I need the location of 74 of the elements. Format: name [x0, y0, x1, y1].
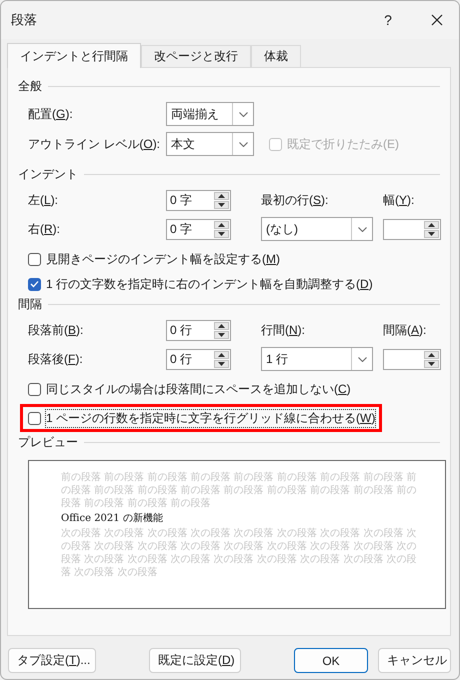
preview-text: 前の段落 前の段落 前の段落 前の段落 前の段落 前の段落 前の段落 前の段落 前の段落 前の段落 前の段落 前の段落 前の段落 前の段落 前の段落 前の段落 前の段落 前の段落 前の段落 前の段落 [61, 471, 418, 510]
triangle-down-icon [218, 203, 225, 207]
triangle-up-icon [218, 194, 225, 198]
field-label: 段落前(B): [28, 322, 84, 339]
checkbox-label[interactable]: 1 行の文字数を指定時に右のインデント幅を自動調整する(D) [46, 276, 373, 292]
dropdown[interactable]: 本文 [166, 132, 254, 156]
tab[interactable]: 改ページと改行 [141, 45, 251, 67]
spin-up-button[interactable] [214, 220, 229, 228]
spin-box[interactable]: 0 行 [166, 320, 231, 341]
field-label: 段落後(F): [28, 350, 84, 368]
field-label: 最初の行(S): [261, 192, 330, 209]
spin-down-button[interactable] [214, 201, 229, 209]
dialog-button[interactable]: タブ設定(T)... [8, 648, 96, 673]
field-label: 行間(N): [261, 322, 306, 339]
spin-up-button[interactable] [424, 350, 439, 358]
field-label: 幅(Y): [383, 192, 416, 209]
window-title: 段落 [11, 11, 38, 29]
spin-down-button[interactable] [424, 230, 439, 238]
checkbox[interactable] [28, 252, 41, 266]
tab[interactable]: 体裁 [251, 45, 301, 67]
dropdown[interactable]: (なし) [261, 217, 373, 241]
checkbox-label[interactable]: 見開きページのインデント幅を設定する(M) [46, 250, 280, 268]
section-heading: 間隔 [18, 296, 42, 312]
spin-up-button[interactable] [214, 322, 229, 330]
field-label: 右(R): [28, 220, 62, 238]
chevron-down-icon [358, 226, 366, 232]
triangle-up-icon [218, 324, 225, 328]
field-label: 配置(G): [28, 106, 74, 122]
spin-up-button[interactable] [214, 350, 229, 358]
chevron-down-icon [238, 112, 248, 116]
spin-box[interactable]: 0 行 [166, 348, 231, 370]
triangle-up-icon [428, 352, 435, 356]
checkbox-label[interactable]: 同じスタイルの場合は段落間にスペースを追加しない(C) [46, 380, 351, 398]
help-button[interactable]: ? [373, 2, 403, 38]
checkbox[interactable] [28, 412, 41, 424]
close-icon [431, 14, 443, 26]
dropdown[interactable]: 1 行 [261, 347, 373, 371]
section-heading: プレビュー [18, 434, 78, 450]
field-label: アウトライン レベル(O): [28, 136, 162, 152]
dialog-button[interactable]: OK [294, 648, 368, 673]
chevron-down-icon [238, 142, 248, 146]
triangle-down-icon [218, 333, 225, 337]
field-label: 間隔(A): [383, 322, 428, 339]
spin-down-button[interactable] [214, 360, 229, 368]
spin-up-button[interactable] [214, 192, 229, 200]
spin-down-button[interactable] [424, 360, 439, 368]
triangle-down-icon [218, 362, 225, 366]
dropdown[interactable]: 両端揃え [166, 102, 254, 126]
section-heading: インデント [18, 166, 78, 182]
checkbox[interactable] [28, 278, 41, 290]
checkbox[interactable] [28, 382, 41, 396]
spin-box[interactable]: 0 字 [166, 218, 231, 240]
triangle-down-icon [428, 232, 435, 236]
check-icon [30, 280, 39, 288]
preview-sample-text: Office 2021 の新機能 [61, 512, 164, 525]
spin-box[interactable] [383, 218, 441, 240]
field-label: 左(L): [28, 192, 60, 209]
spin-box[interactable] [383, 348, 441, 370]
spin-down-button[interactable] [214, 230, 229, 238]
section-heading: 全般 [18, 78, 42, 94]
triangle-down-icon [428, 362, 435, 366]
chevron-down-icon [358, 356, 366, 362]
tab[interactable]: インデントと行間隔 [7, 43, 141, 68]
spin-box[interactable]: 0 字 [166, 190, 231, 211]
checkbox-label[interactable]: 1 ページの行数を指定時に文字を行グリッド線に合わせる(W) [46, 410, 376, 426]
triangle-up-icon [218, 352, 225, 356]
dialog-button[interactable]: 既定に設定(D) [149, 648, 241, 673]
triangle-up-icon [428, 222, 435, 226]
triangle-up-icon [218, 222, 225, 226]
spin-down-button[interactable] [214, 331, 229, 339]
spin-up-button[interactable] [424, 220, 439, 228]
preview-text: 次の段落 次の段落 次の段落 次の段落 次の段落 次の段落 次の段落 次の段落 次の段落 次の段落 次の段落 次の段落 次の段落 次の段落 次の段落 次の段落 次の段落 次の段落 次の段落 次の段落 次の段落 次の段落 次の段落 次の段落 次の段落 次の段落 次の段落 [61, 527, 418, 579]
triangle-down-icon [218, 232, 225, 236]
dialog-button[interactable]: キャンセル [378, 648, 451, 673]
